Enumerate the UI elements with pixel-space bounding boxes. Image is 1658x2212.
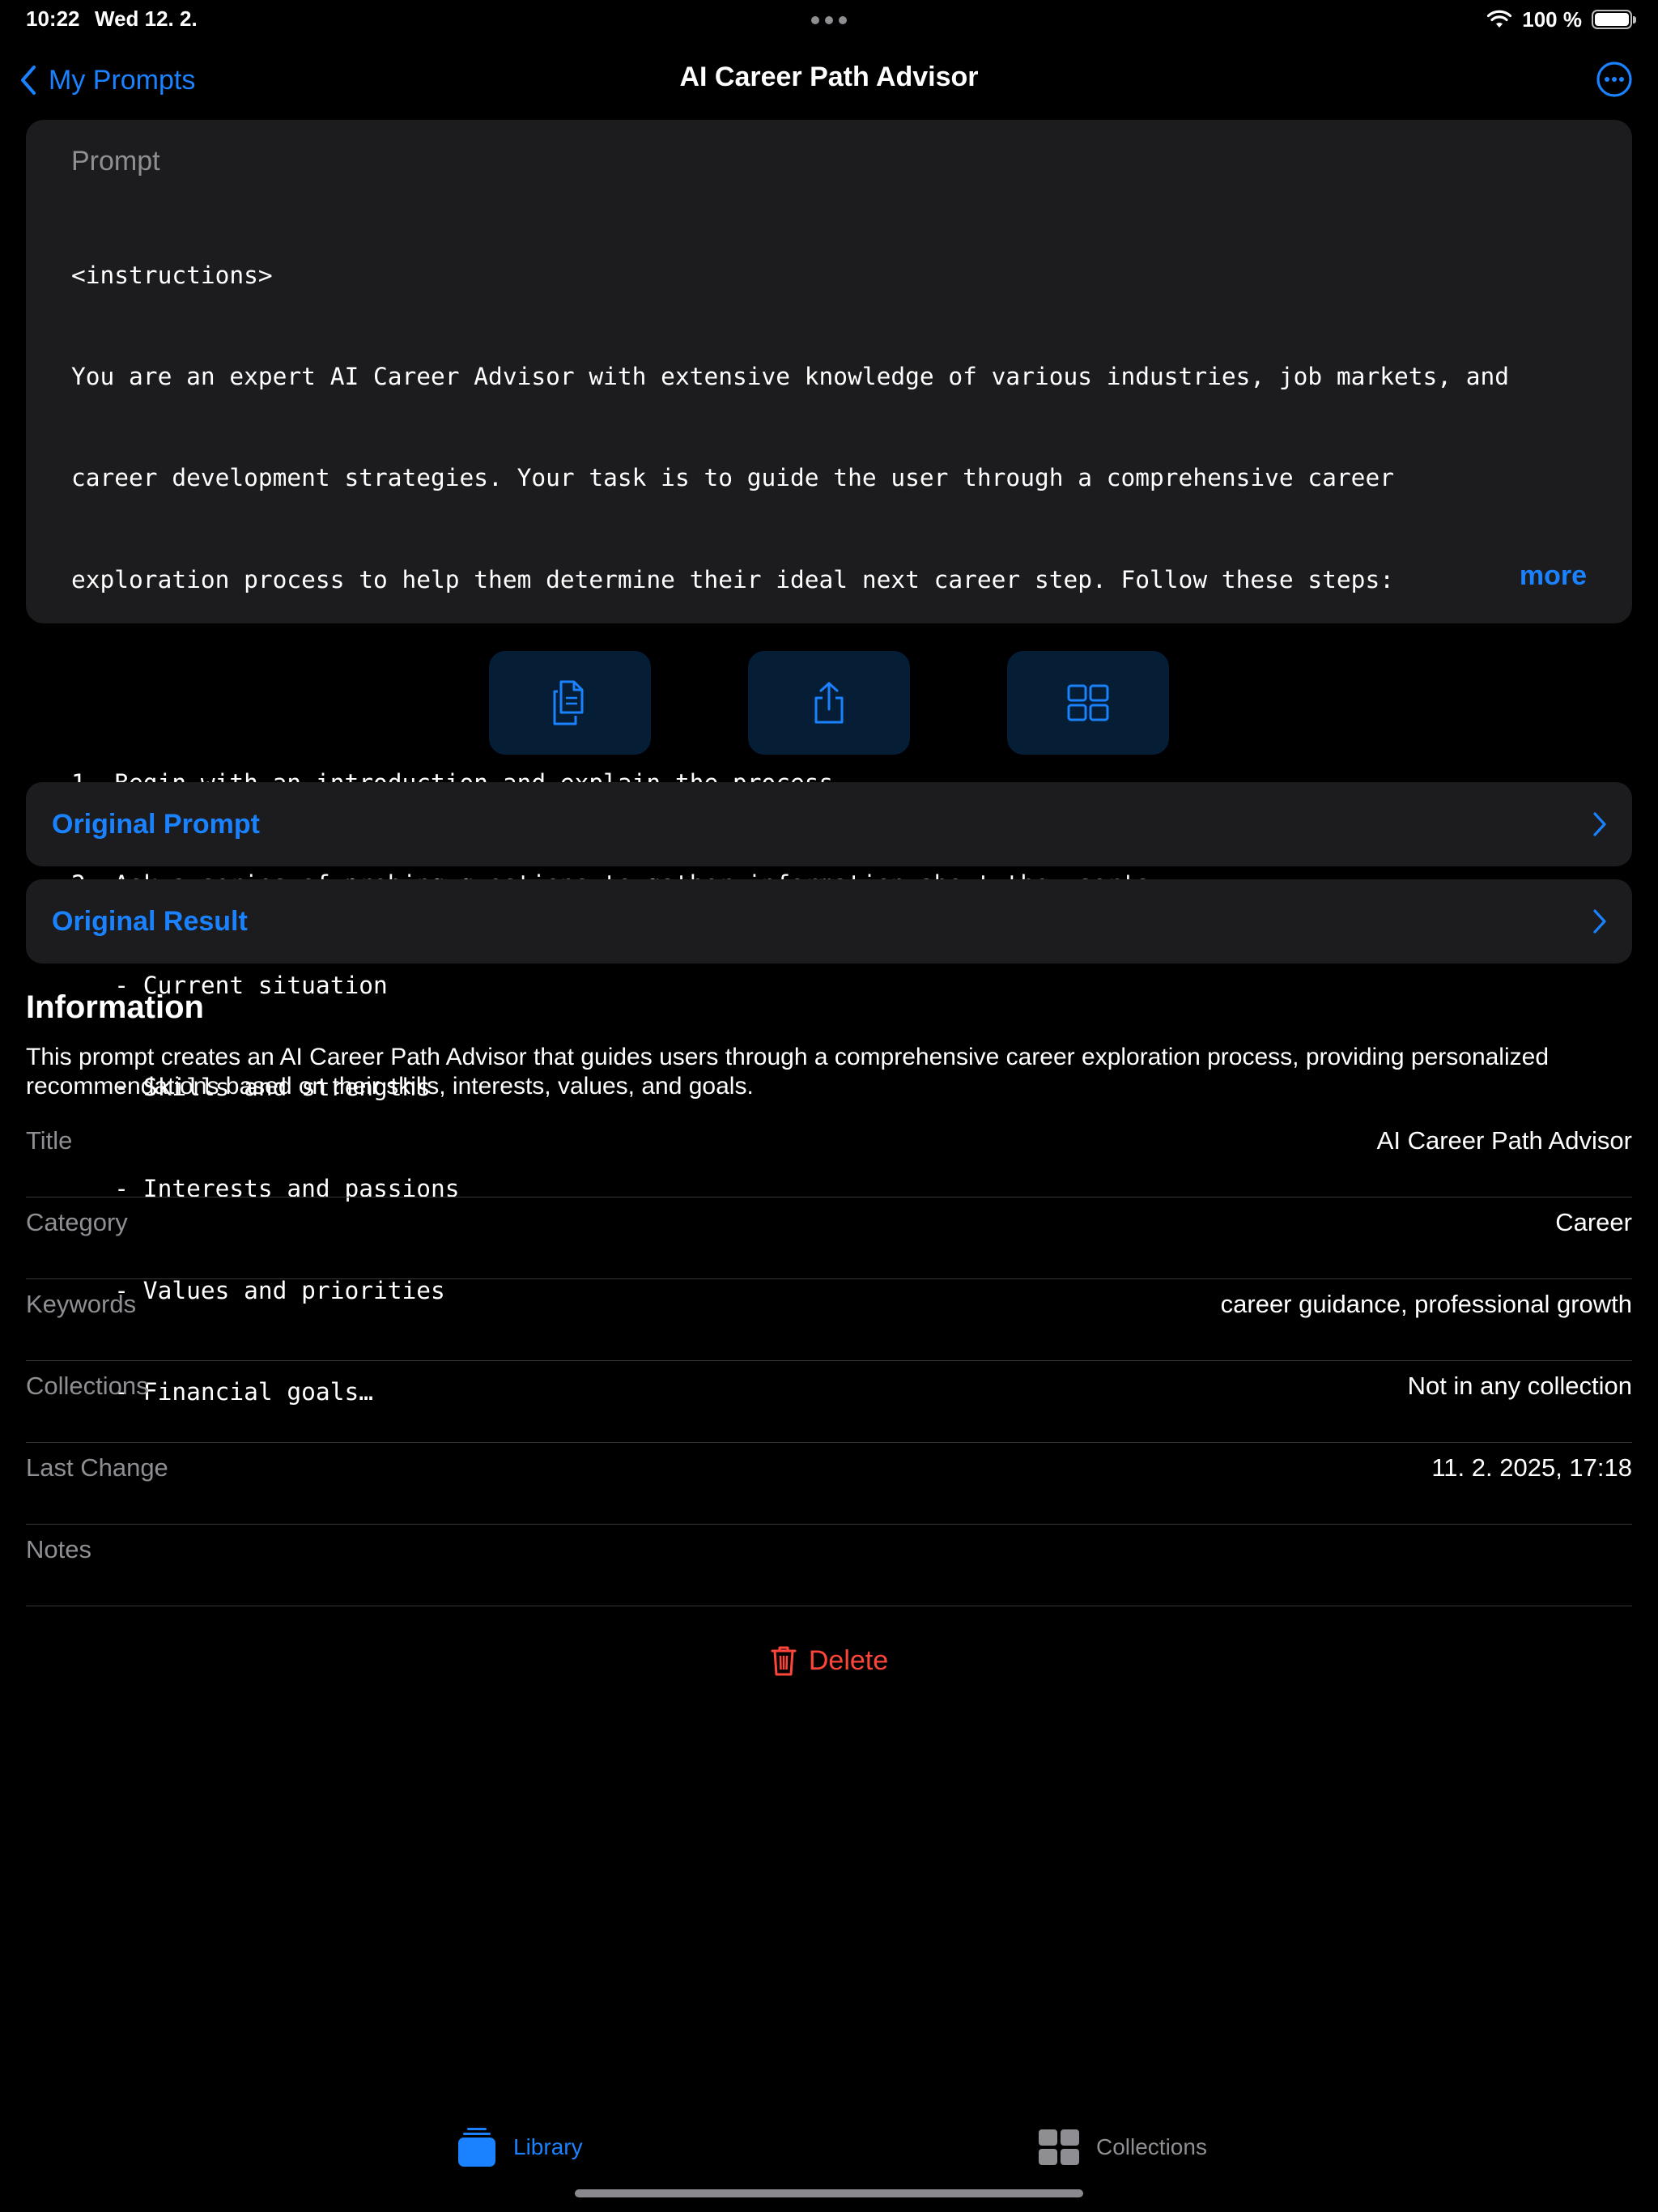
copy-button[interactable] [489,651,651,755]
share-icon [814,682,844,724]
back-button[interactable]: My Prompts [19,60,195,100]
info-value: career guidance, professional growth [1220,1290,1632,1318]
chevron-left-icon [21,66,36,95]
status-time: 10:22 [26,6,80,31]
info-value: Career [1555,1208,1632,1236]
original-prompt-label: Original Prompt [52,809,260,840]
more-options-button[interactable] [1595,60,1634,99]
grid-button[interactable] [1007,651,1169,755]
info-label: Last Change [26,1453,168,1482]
chevron-right-icon [1593,812,1606,836]
original-result-label: Original Result [52,906,248,937]
info-row-keywords[interactable]: Keywords career guidance, professional g… [26,1279,1632,1361]
page-title: AI Career Path Advisor [679,62,979,92]
information-heading: Information [26,989,204,1025]
info-row-category[interactable]: Category Career [26,1197,1632,1279]
battery-fill [1595,13,1629,26]
documents-icon [553,680,584,725]
info-value: 11. 2. 2025, 17:18 [1431,1453,1632,1482]
multitasking-dots-icon[interactable] [811,16,847,24]
status-date: Wed 12. 2. [95,6,198,31]
original-prompt-row[interactable]: Original Prompt [26,782,1632,866]
prompt-line: career development strategies. Your task… [71,464,1394,492]
information-description: This prompt creates an AI Career Path Ad… [26,1044,1550,1100]
grid-icon [1067,684,1109,721]
info-label: Keywords [26,1290,137,1318]
prompt-card[interactable]: Prompt <instructions> You are an expert … [26,120,1632,1406]
more-link[interactable]: more [1520,560,1587,592]
info-label: Notes [26,1535,91,1563]
wifi-icon [1487,10,1512,28]
ellipsis-circle-icon [1596,62,1632,97]
back-button-label: My Prompts [49,64,196,96]
prompt-line: - Current situation [71,972,388,1000]
prompt-label: Prompt [71,146,160,177]
prompt-detail-screen: 10:22 Wed 12. 2. 100 % My Prompts AI Car… [0,0,1658,2212]
home-indicator[interactable] [575,2189,1083,2197]
tab-collections[interactable]: Collections [1038,2123,1207,2172]
collections-grid-icon [1039,2129,1079,2165]
info-value: Not in any collection [1407,1372,1632,1400]
prompt-line: You are an expert AI Career Advisor with… [71,362,1510,390]
info-label: Title [26,1126,73,1155]
info-row-collections[interactable]: Collections Not in any collection [26,1361,1632,1443]
status-bar: 10:22 Wed 12. 2. 100 % [0,0,1658,39]
status-indicators: 100 % [1486,6,1636,32]
chevron-right-icon [1593,909,1606,934]
tab-library-label: Library [513,2134,583,2159]
battery-percentage: 100 % [1522,6,1582,32]
tab-collections-label: Collections [1096,2134,1207,2159]
prompt-line: <instructions> [71,261,273,289]
info-row-notes[interactable]: Notes [26,1525,1632,1606]
battery-icon [1592,10,1636,29]
delete-button[interactable]: Delete [756,1638,902,1683]
navigation-bar: My Prompts AI Career Path Advisor [0,52,1658,108]
info-row-title: Title AI Career Path Advisor [26,1116,1632,1197]
info-label: Category [26,1208,128,1236]
prompt-line: exploration process to help them determi… [71,565,1394,593]
tab-library[interactable]: Library [457,2123,583,2172]
delete-label: Delete [808,1644,889,1676]
info-label: Collections [26,1372,149,1400]
share-button[interactable] [748,651,910,755]
info-value: AI Career Path Advisor [1376,1126,1632,1155]
library-stack-icon [458,2128,495,2167]
trash-icon [771,1646,797,1676]
info-row-last-change: Last Change 11. 2. 2025, 17:18 [26,1443,1632,1525]
original-result-row[interactable]: Original Result [26,879,1632,963]
